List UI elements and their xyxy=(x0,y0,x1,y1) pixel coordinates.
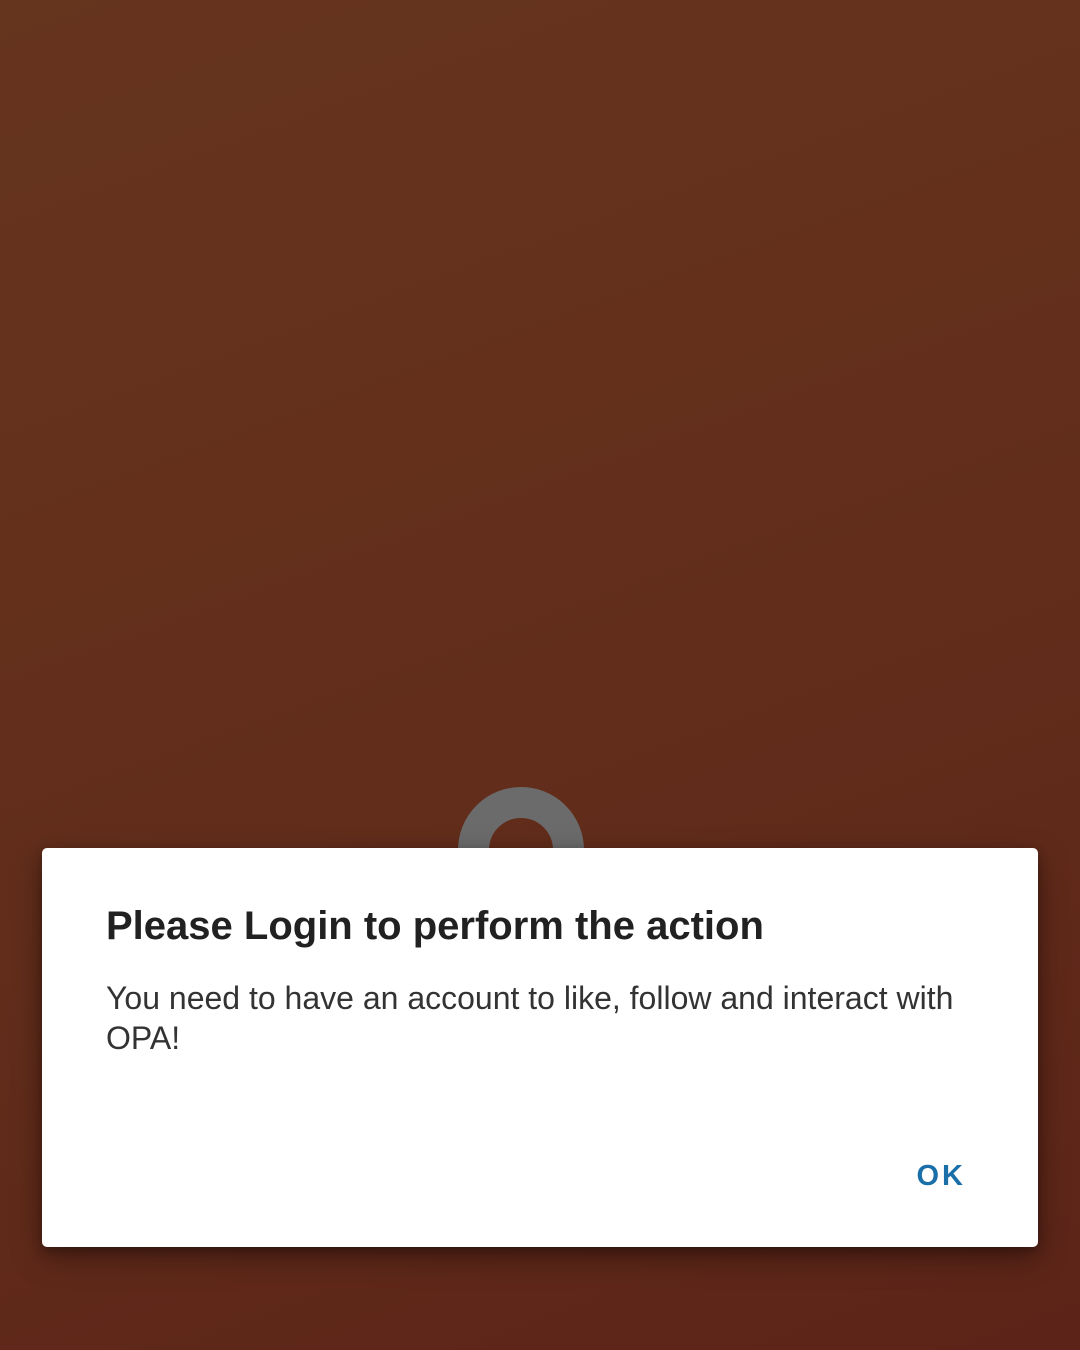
dialog-message: You need to have an account to like, fol… xyxy=(106,980,954,1056)
login-required-dialog: Please Login to perform the action You n… xyxy=(42,848,1038,1247)
ok-button[interactable]: OK xyxy=(880,1144,980,1208)
dialog-title: Please Login to perform the action xyxy=(106,904,764,948)
